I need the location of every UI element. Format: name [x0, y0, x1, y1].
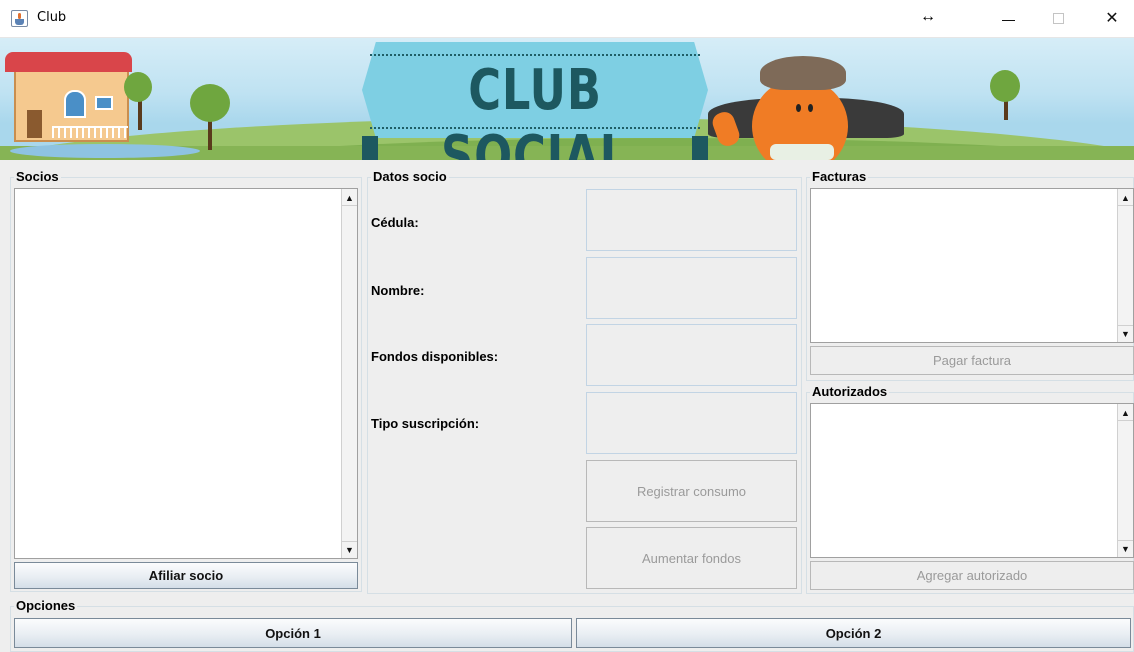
minimize-button[interactable] [985, 0, 1031, 36]
autorizados-title: Autorizados [810, 384, 890, 399]
tree-icon [124, 72, 152, 102]
maximize-icon [1052, 12, 1064, 24]
mascot-hat [760, 56, 846, 90]
main-panel: Socios ▲ ▼ Afiliar socio Datos socio Céd… [0, 160, 1134, 652]
afiliar-socio-button[interactable]: Afiliar socio [14, 562, 358, 589]
autorizados-scrollbar[interactable]: ▲ ▼ [1117, 404, 1133, 557]
datos-socio-title: Datos socio [371, 169, 449, 184]
pond [10, 144, 200, 158]
house-window [64, 90, 86, 118]
fondos-label: Fondos disponibles: [371, 349, 499, 364]
tipo-suscripcion-label: Tipo suscripción: [371, 416, 480, 431]
scroll-down-icon[interactable]: ▼ [342, 541, 357, 557]
socios-list[interactable]: ▲ ▼ [14, 188, 358, 559]
scroll-up-icon[interactable]: ▲ [1118, 190, 1133, 206]
club-banner-image: CLUB SOCIAL [0, 38, 1134, 160]
pagar-factura-button[interactable]: Pagar factura [810, 346, 1134, 375]
opcion-2-button[interactable]: Opción 2 [576, 618, 1131, 648]
facturas-scrollbar[interactable]: ▲ ▼ [1117, 189, 1133, 342]
tree-icon [990, 70, 1020, 102]
scroll-up-icon[interactable]: ▲ [1118, 405, 1133, 421]
cedula-label: Cédula: [371, 215, 419, 230]
resize-arrows-icon: ↔ [920, 8, 936, 25]
opciones-title: Opciones [14, 598, 78, 613]
aumentar-fondos-button[interactable]: Aumentar fondos [586, 527, 797, 589]
close-button[interactable]: ✕ [1089, 0, 1134, 36]
scroll-down-icon[interactable]: ▼ [1118, 540, 1133, 556]
house-window [95, 96, 113, 110]
minimize-icon [1001, 19, 1015, 21]
socios-scrollbar[interactable]: ▲ ▼ [341, 189, 357, 558]
tree-icon [190, 84, 230, 122]
facturas-list[interactable]: ▲ ▼ [810, 188, 1134, 343]
sign-post [692, 136, 708, 160]
fondos-field [586, 324, 797, 386]
scroll-up-icon[interactable]: ▲ [342, 190, 357, 206]
house-roof [5, 52, 132, 72]
mascot-eye [808, 104, 813, 112]
socios-title: Socios [14, 169, 61, 184]
sign-post [362, 136, 378, 160]
facturas-title: Facturas [810, 169, 869, 184]
title-bar: Club ↔ ✕ [0, 0, 1134, 38]
nombre-label: Nombre: [371, 283, 425, 298]
scroll-down-icon[interactable]: ▼ [1118, 325, 1133, 341]
agregar-autorizado-button[interactable]: Agregar autorizado [810, 561, 1134, 590]
close-icon: ✕ [1105, 10, 1119, 27]
window-title: Club [37, 10, 67, 25]
registrar-consumo-button[interactable]: Registrar consumo [586, 460, 797, 522]
tipo-suscripcion-field [586, 392, 797, 454]
mascot-collar [770, 144, 834, 160]
nombre-field [586, 257, 797, 319]
fence [52, 126, 128, 138]
mascot-eye [796, 104, 801, 112]
opcion-1-button[interactable]: Opción 1 [14, 618, 572, 648]
java-app-icon [11, 10, 28, 27]
sign-border [370, 54, 700, 56]
cedula-field [586, 189, 797, 251]
house-door [27, 110, 42, 138]
maximize-button[interactable] [1035, 0, 1081, 36]
club-sign-text: CLUB SOCIAL [441, 58, 629, 160]
autorizados-list[interactable]: ▲ ▼ [810, 403, 1134, 558]
